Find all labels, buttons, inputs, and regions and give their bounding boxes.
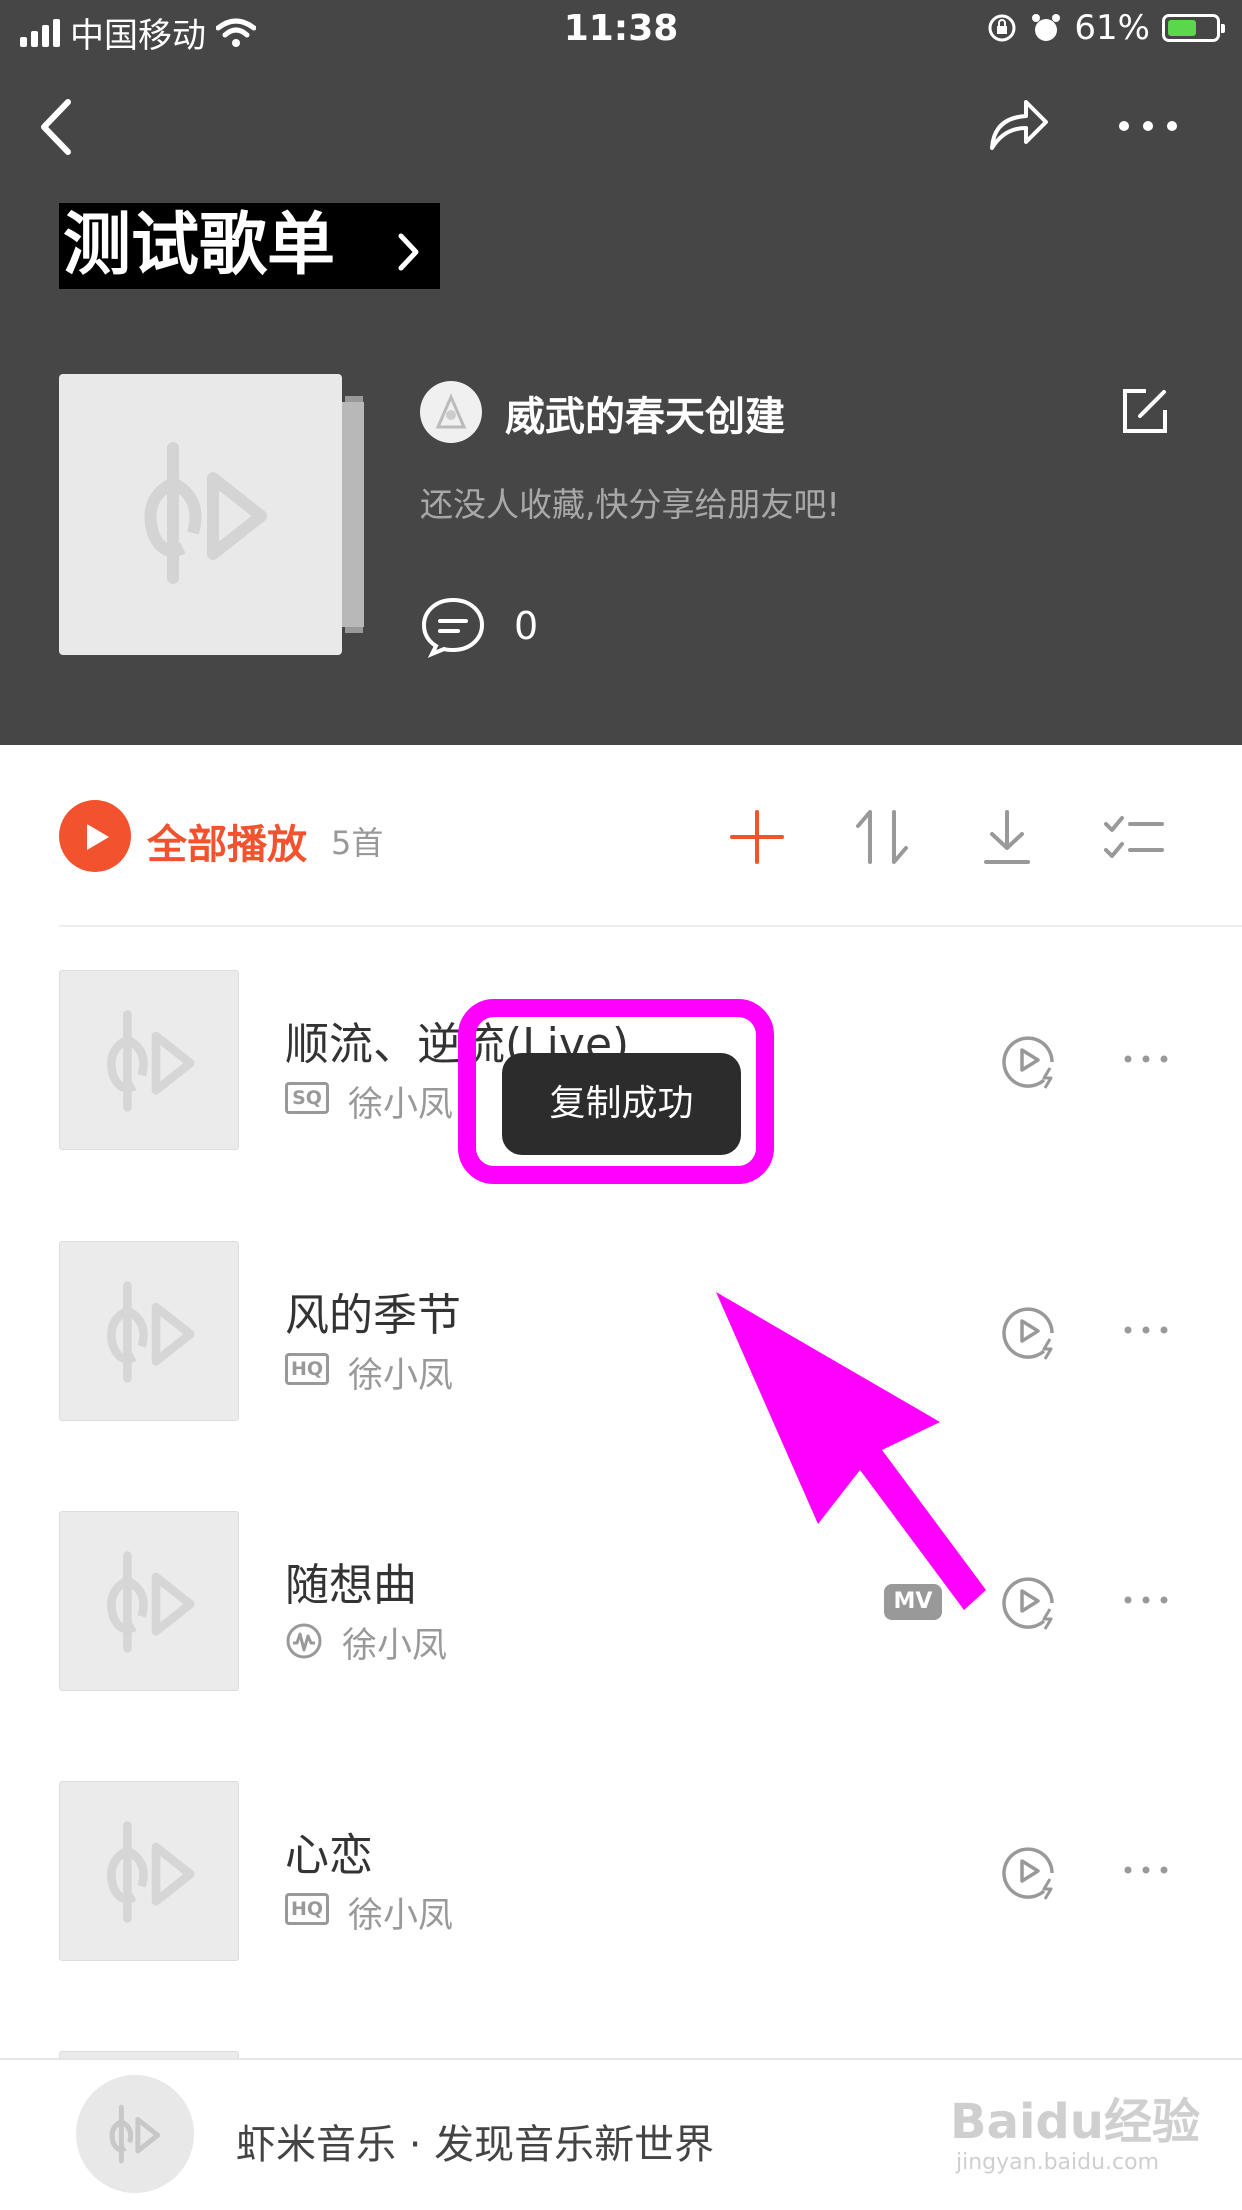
rotation-lock-icon (988, 14, 1016, 42)
annotation-arrow-icon (716, 1292, 986, 1610)
song-title: 随想曲 (285, 1560, 417, 1611)
avatar-icon (435, 393, 467, 429)
song-cover (59, 970, 239, 1150)
watermark: Baidu经验 (950, 2094, 1200, 2150)
song-title: 心恋 (285, 1830, 373, 1881)
quick-play-icon[interactable] (1000, 1573, 1058, 1631)
mini-player-text[interactable]: 虾米音乐 · 发现音乐新世界 (236, 2112, 714, 2170)
song-count: 5首 (331, 824, 384, 862)
xiami-logo-icon (107, 1010, 195, 1112)
battery-percent: 61% (1074, 8, 1150, 48)
song-artist: 徐小凤 (348, 1085, 454, 1125)
play-icon (87, 824, 109, 850)
audio-quality-icon (286, 1623, 322, 1659)
back-icon[interactable] (36, 98, 76, 156)
xiami-logo-icon (107, 1281, 195, 1383)
song-more-icon[interactable] (1122, 1594, 1170, 1606)
share-icon[interactable] (986, 96, 1050, 152)
playlist-title[interactable]: 测试歌单 (59, 203, 440, 289)
edit-icon[interactable] (1120, 386, 1170, 436)
playlist-cover[interactable] (59, 374, 342, 655)
song-more-icon[interactable] (1122, 1324, 1170, 1336)
creator-avatar[interactable] (420, 381, 482, 443)
song-cover (59, 1781, 239, 1961)
playlist-header: 中国移动 11:38 61% 测试歌单 威武的春天创建 还没人收藏,快分享给朋友… (0, 0, 1242, 745)
song-artist: 徐小凤 (342, 1626, 448, 1666)
song-artist: 徐小凤 (348, 1356, 454, 1396)
song-artist: 徐小凤 (348, 1896, 454, 1936)
status-right: 61% (986, 8, 1225, 48)
battery-icon (1162, 14, 1225, 42)
multi-select-icon[interactable] (1104, 814, 1164, 862)
quality-badge: HQ (285, 1353, 329, 1385)
status-bar: 中国移动 11:38 61% (0, 0, 1242, 62)
play-all-button[interactable] (59, 800, 131, 872)
quick-play-icon[interactable] (1000, 1843, 1058, 1901)
playlist-title-text: 测试歌单 (63, 206, 336, 285)
add-icon[interactable] (730, 810, 784, 864)
xiami-logo-icon (109, 2104, 161, 2164)
download-icon[interactable] (982, 810, 1032, 866)
mini-player-disc[interactable] (76, 2075, 194, 2193)
song-cover (59, 1241, 239, 1421)
song-cover (59, 1511, 239, 1691)
song-more-icon[interactable] (1122, 1053, 1170, 1065)
alarm-icon (1032, 14, 1061, 41)
comment-icon[interactable] (420, 596, 486, 658)
song-more-icon[interactable] (1122, 1864, 1170, 1876)
quality-badge: SQ (285, 1082, 329, 1114)
quality-badge: HQ (285, 1893, 329, 1925)
divider (59, 925, 1242, 927)
xiami-logo-icon (144, 442, 267, 584)
favorites-hint: 还没人收藏,快分享给朋友吧! (420, 485, 840, 524)
play-all-label[interactable]: 全部播放 (147, 812, 307, 870)
song-title: 风的季节 (285, 1290, 461, 1341)
quick-play-icon[interactable] (1000, 1032, 1058, 1090)
creator-name[interactable]: 威武的春天创建 (505, 384, 785, 442)
xiami-logo-icon (107, 1821, 195, 1923)
more-icon[interactable] (1116, 118, 1180, 134)
watermark-url: jingyan.baidu.com (956, 2150, 1160, 2175)
toast-message: 复制成功 (502, 1053, 741, 1155)
chevron-right-icon (398, 233, 419, 271)
quick-play-icon[interactable] (1000, 1303, 1058, 1361)
sort-icon[interactable] (852, 808, 912, 866)
comment-count[interactable]: 0 (514, 604, 538, 648)
xiami-logo-icon (107, 1551, 195, 1653)
